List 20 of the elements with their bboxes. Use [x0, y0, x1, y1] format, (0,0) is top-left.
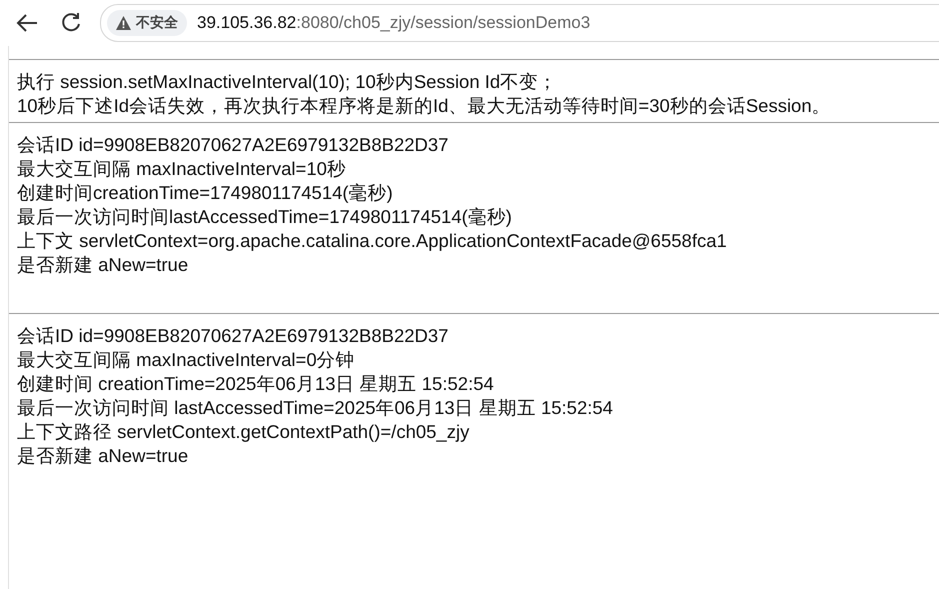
session-info-line: 上下文 servletContext=org.apache.catalina.core.ApplicationContextFacade@6558fca1	[17, 229, 727, 253]
intro-text: 执行 session.setMaxInactiveInterval(10); 10秒内Session Id不变；	[17, 70, 558, 94]
security-indicator[interactable]: 不安全	[107, 10, 187, 36]
intro-text: 10秒后下述Id会话失效，再次执行本程序将是新的Id、最大无活动等待时间=30秒的会话Session。	[17, 94, 831, 118]
session-info-line: 创建时间 creationTime=2025年06月13日 星期五 15:52:54	[17, 372, 494, 396]
warning-icon	[116, 16, 131, 30]
back-arrow-icon	[16, 13, 38, 33]
session-info-line: 是否新建 aNew=true	[17, 253, 188, 277]
session-info-line: 最后一次访问时间lastAccessedTime=1749801174514(毫秒)	[17, 205, 512, 229]
url-text: 39.105.36.82:8080/ch05_zjy/session/sessionDemo3	[197, 13, 590, 33]
session-info-line: 会话ID id=9908EB82070627A2E6979132B8B22D37	[17, 133, 448, 157]
session-info-line: 创建时间creationTime=1749801174514(毫秒)	[17, 181, 393, 205]
address-bar[interactable]: 不安全 39.105.36.82:8080/ch05_zjy/session/sessionDemo3	[100, 4, 939, 42]
session-info-line: 最后一次访问时间 lastAccessedTime=2025年06月13日 星期五 15:52:54	[17, 396, 613, 420]
session-info-line: 是否新建 aNew=true	[17, 444, 188, 468]
session-info-line: 会话ID id=9908EB82070627A2E6979132B8B22D37	[17, 324, 448, 348]
reload-icon	[60, 12, 82, 34]
session-info-line: 最大交互间隔 maxInactiveInterval=0分钟	[17, 348, 355, 372]
session-info-line: 上下文路径 servletContext.getContextPath()=/ch05_zjy	[17, 420, 470, 444]
session-info-line: 最大交互间隔 maxInactiveInterval=10秒	[17, 157, 346, 181]
